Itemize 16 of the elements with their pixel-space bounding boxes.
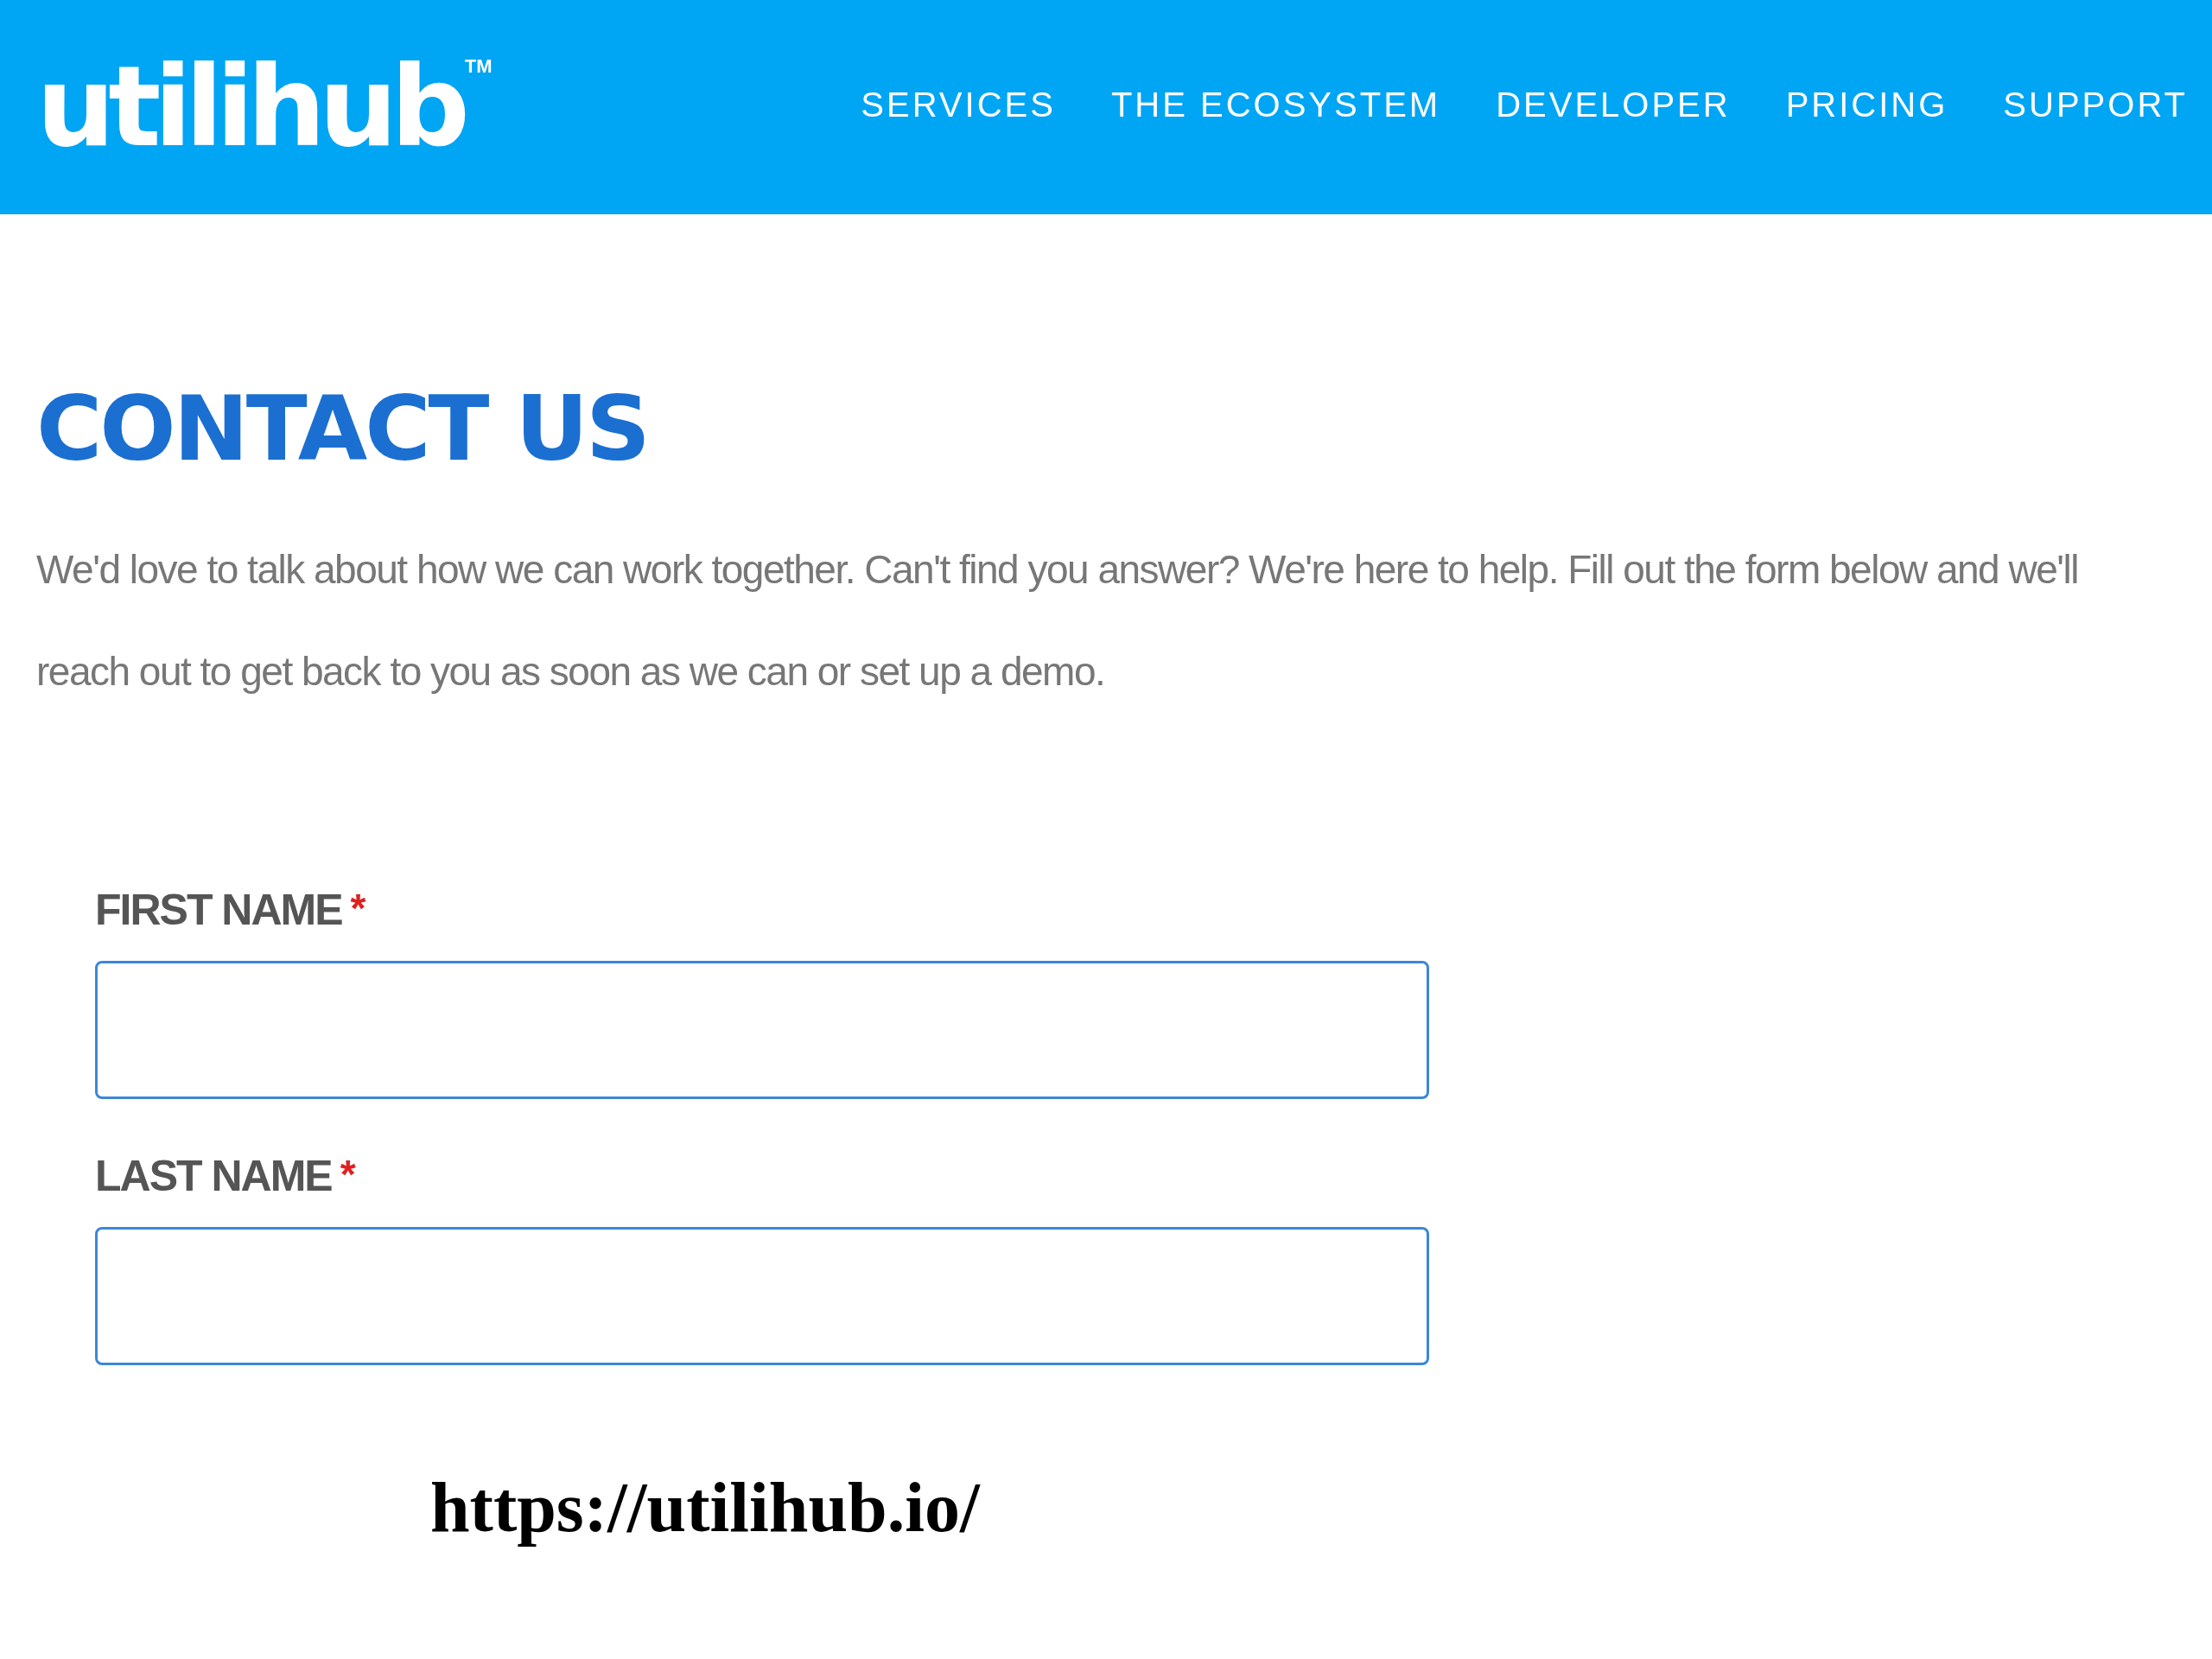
logo[interactable]: utilihub <box>36 52 463 162</box>
page-heading: CONTACT US <box>36 384 649 474</box>
nav-link[interactable]: THE ECOSYSTEM <box>1110 85 1441 124</box>
input-field[interactable] <box>95 1227 1429 1365</box>
field-label: FIRST NAME <box>95 885 342 935</box>
required-mark: * <box>340 1151 356 1198</box>
nav-link[interactable]: SUPPORT <box>2003 85 2188 124</box>
input-field[interactable] <box>95 961 1429 1099</box>
trademark-mark: TM <box>464 55 493 78</box>
nav-link[interactable]: SERVICES <box>861 85 1056 124</box>
nav-link[interactable]: PRICING <box>1785 85 1948 124</box>
intro-text: We'd love to talk about how we can work together. Can't find you answer? We're here to help. Fill out the form below and we'll reach out to get back to you as soon as we can or set up a demo. <box>36 546 2079 696</box>
url-caption: https://utilihub.io/ <box>430 1467 982 1548</box>
field-label: LAST NAME <box>95 1151 332 1201</box>
nav-link[interactable]: DEVELOPER <box>1496 85 1731 124</box>
required-mark: * <box>350 885 366 931</box>
